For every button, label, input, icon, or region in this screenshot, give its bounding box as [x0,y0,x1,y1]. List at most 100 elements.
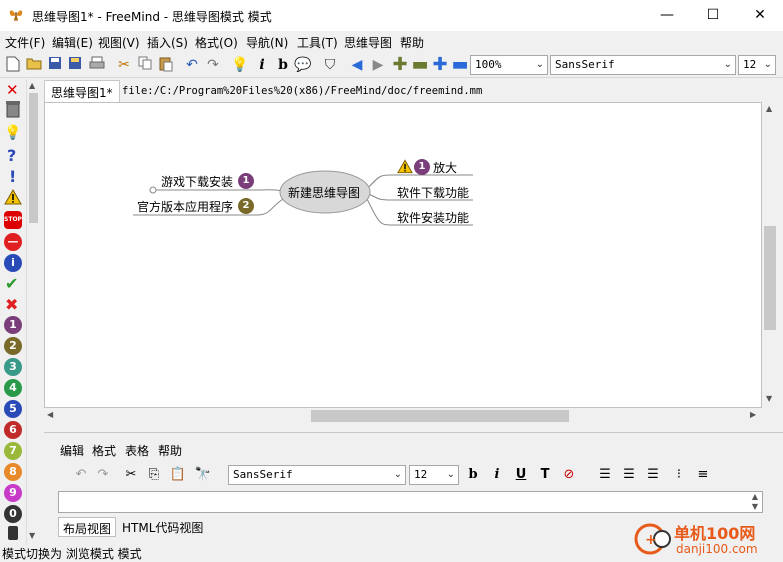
priority-2-icon[interactable]: 2 [4,337,22,355]
priority-6-icon[interactable]: 6 [4,421,22,439]
node-software-download[interactable]: 软件下载功能 [397,184,469,201]
notes-menu-help[interactable]: 帮助 [158,442,182,459]
question-icon[interactable]: ? [7,146,16,165]
close-button[interactable]: ✕ [737,0,783,31]
notes-menu-edit[interactable]: 编辑 [60,442,84,459]
priority-0-icon[interactable]: 0 [4,505,22,523]
menu-navigate[interactable]: 导航(N) [246,34,288,51]
print-icon[interactable] [88,56,106,74]
menu-help[interactable]: 帮助 [400,34,424,51]
bullet-list-icon[interactable]: ⁝ [670,464,688,486]
idea-icon[interactable]: 💡 [4,125,21,141]
zoom-select[interactable]: 100% ⌄ [470,55,548,75]
priority-1-icon[interactable]: 1 [4,316,22,334]
menu-format[interactable]: 格式(O) [195,34,238,51]
back-arrow-icon[interactable]: ◀ [348,56,366,74]
node-game-download[interactable]: 游戏下载安装 [161,173,233,190]
cut-icon[interactable]: ✂ [122,464,140,486]
undo-icon[interactable]: ↶ [72,464,90,486]
node-official-app[interactable]: 官方版本应用程序 [137,198,233,215]
notes-menu-format[interactable]: 格式 [92,442,116,459]
menu-insert[interactable]: 插入(S) [147,34,188,51]
exclamation-icon[interactable]: ! [9,167,16,186]
node-software-install[interactable]: 软件安装功能 [397,209,469,226]
align-center-icon[interactable]: ☰ [620,464,638,486]
menu-file[interactable]: 文件(F) [5,34,45,51]
open-folder-icon[interactable] [25,56,43,74]
scrollbar-thumb[interactable] [764,226,776,330]
new-file-icon[interactable] [4,56,22,74]
cut-icon[interactable]: ✂ [115,56,133,74]
font-family-select[interactable]: SansSerif ⌄ [550,55,736,75]
stop-icon[interactable]: STOP [4,211,22,229]
bold-icon[interactable]: b [274,56,292,74]
text-color-icon[interactable]: T [536,464,554,486]
undo-icon[interactable]: ↶ [183,56,201,74]
notes-menu-table[interactable]: 表格 [125,442,149,459]
minimize-button[interactable]: — [644,0,690,31]
canvas-horizontal-scrollbar[interactable]: ◀ ▶ [44,408,762,424]
notes-size-select[interactable]: 12 ⌄ [409,465,459,485]
menu-mindmaps[interactable]: 思维导图 [344,34,392,51]
filter-icon[interactable]: ⛉ [321,56,339,74]
redo-icon[interactable]: ↷ [94,464,112,486]
italic-icon[interactable]: i [488,464,506,486]
stop-sign-icon[interactable]: — [4,233,22,251]
priority-8-icon[interactable]: 8 [4,463,22,481]
zoom-out-icon[interactable]: ▬ [451,56,469,74]
clear-format-icon[interactable]: ⊘ [560,464,578,486]
trash-icon[interactable] [5,100,21,121]
info-icon[interactable]: i [4,254,22,272]
scroll-down-icon[interactable]: ▼ [29,531,35,540]
align-right-icon[interactable]: ☰ [644,464,662,486]
cross-icon[interactable]: ✖ [5,295,18,314]
scroll-right-icon[interactable]: ▶ [750,410,756,419]
menu-tools[interactable]: 工具(T) [297,34,338,51]
copy-icon[interactable]: ⎘ [145,464,163,486]
zoom-in-icon[interactable]: ✚ [431,56,449,74]
priority-4-icon[interactable]: 4 [4,379,22,397]
mind-map-canvas[interactable]: 新建思维导图 游戏下载安装 1 官方版本应用程序 2 1 放大 软件下载功能 软… [44,102,762,408]
redo-icon[interactable]: ↷ [204,56,222,74]
traffic-light-icon[interactable] [8,526,18,540]
warning-icon[interactable] [4,188,22,208]
underline-icon[interactable]: U [512,464,530,486]
scroll-up-icon[interactable]: ▲ [766,104,772,113]
scroll-down-icon[interactable]: ▼ [766,394,772,403]
scrollbar-thumb[interactable] [311,410,569,422]
paste-icon[interactable] [157,56,175,74]
editor-scroll-up-icon[interactable]: ▲ [752,492,758,501]
minus-green-icon[interactable]: ▬ [411,56,429,74]
plus-green-icon[interactable]: ✚ [391,56,409,74]
italic-icon[interactable]: i [253,56,271,74]
bold-icon[interactable]: b [464,464,482,486]
menu-edit[interactable]: 编辑(E) [52,34,93,51]
tab-layout-view[interactable]: 布局视图 [58,517,117,537]
idea-bulb-icon[interactable]: 💡 [231,56,249,74]
icon-palette-scrollbar[interactable]: ▲ ▼ [26,79,40,545]
checkmark-icon[interactable]: ✔ [5,274,18,293]
notes-font-select[interactable]: SansSerif ⌄ [228,465,406,485]
node-zoom[interactable]: 放大 [433,159,457,176]
numbered-list-icon[interactable]: ≡ [694,464,712,486]
paste-icon[interactable]: 📋 [169,464,187,486]
priority-3-icon[interactable]: 3 [4,358,22,376]
scroll-left-icon[interactable]: ◀ [47,410,53,419]
copy-icon[interactable] [136,56,154,74]
save-as-icon[interactable] [66,56,84,74]
remove-last-icon-icon[interactable]: ✕ [6,81,19,99]
menu-view[interactable]: 视图(V) [98,34,140,51]
priority-7-icon[interactable]: 7 [4,442,22,460]
editor-scroll-down-icon[interactable]: ▼ [752,502,758,511]
tab-freemind-doc[interactable]: file:/C:/Program%20Files%20(x86)/FreeMin… [116,80,488,102]
maximize-button[interactable]: ☐ [690,0,736,31]
align-left-icon[interactable]: ☰ [596,464,614,486]
binoculars-icon[interactable]: 🔭 [194,464,212,486]
forward-arrow-icon[interactable]: ▶ [369,56,387,74]
tab-html-view[interactable]: HTML代码视图 [118,517,207,537]
scrollbar-thumb[interactable] [29,93,38,223]
note-editor[interactable]: ▲ ▼ [58,491,763,513]
canvas-vertical-scrollbar[interactable]: ▲ ▼ [762,102,778,408]
font-size-select[interactable]: 12 ⌄ [738,55,776,75]
speech-bubble-icon[interactable]: 💬 [294,56,312,74]
